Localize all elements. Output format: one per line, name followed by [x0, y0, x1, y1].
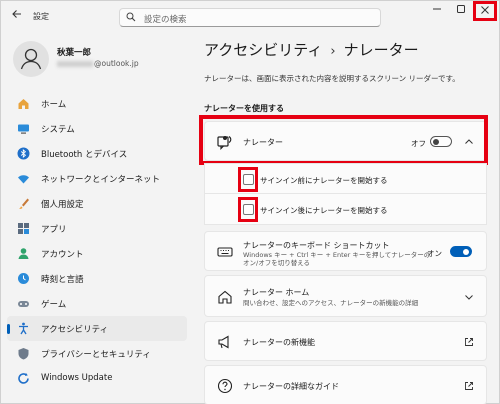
- option-row[interactable]: サインイン前にナレーターを開始する: [204, 163, 487, 194]
- profile-email-domain: @outlook.jp: [94, 59, 139, 68]
- checkbox-highlight: [238, 167, 258, 192]
- help-icon: [217, 378, 233, 394]
- minimize-icon: [433, 8, 441, 10]
- external-link-icon[interactable]: [464, 337, 474, 347]
- update-icon: [18, 373, 29, 384]
- narrator-guide-title: ナレーターの詳細なガイド: [243, 382, 339, 391]
- page-title: ナレーター: [343, 41, 419, 59]
- narrator-card-highlight: [199, 115, 488, 165]
- sidebar-item-label: ゲーム: [41, 300, 67, 310]
- narrator-guide-card[interactable]: ナレーターの詳細なガイド: [204, 365, 487, 404]
- search-icon: [126, 12, 136, 22]
- shield-icon: [18, 348, 29, 360]
- sidebar-item-home[interactable]: ホーム: [7, 91, 187, 116]
- minimize-button[interactable]: [425, 1, 449, 23]
- home-icon: [18, 99, 29, 109]
- sidebar-item-label: アプリ: [41, 225, 67, 235]
- breadcrumb-parent[interactable]: アクセシビリティ: [204, 41, 322, 59]
- account-icon: [18, 248, 29, 259]
- sidebar-item-system[interactable]: システム: [7, 116, 187, 141]
- arrow-left-icon: [12, 10, 21, 18]
- page-description: ナレーターは、画面に表示された内容を説明するスクリーン リーダーです。: [204, 74, 460, 83]
- sidebar-item-label: ネットワークとインターネット: [41, 175, 161, 185]
- narrator-whats-new-card[interactable]: ナレーターの新機能: [204, 321, 487, 361]
- title-bar: 設定 設定の検索: [1, 1, 499, 31]
- option-label: サインイン後にナレーターを開始する: [260, 206, 388, 215]
- sidebar-item-network[interactable]: ネットワークとインターネット: [7, 166, 187, 191]
- search-placeholder: 設定の検索: [144, 15, 187, 25]
- sidebar-item-label: 個人用設定: [41, 200, 84, 210]
- bluetooth-icon: [17, 147, 30, 160]
- keyboard-toggle-state: オン: [427, 249, 442, 258]
- sidebar-item-label: 時刻と言語: [41, 275, 84, 285]
- keyboard-shortcut-toggle[interactable]: [450, 246, 472, 257]
- sidebar-item-label: プライバシーとセキュリティ: [41, 350, 151, 360]
- app-title: 設定: [33, 12, 49, 21]
- search-input[interactable]: 設定の検索: [119, 8, 381, 27]
- person-icon: [20, 48, 42, 70]
- sidebar-item-label: システム: [41, 125, 75, 135]
- profile-name: 秋葉一郎: [57, 48, 92, 58]
- maximize-button[interactable]: [449, 1, 473, 23]
- sidebar-item-label: アクセシビリティ: [41, 325, 109, 335]
- breadcrumb: アクセシビリティ › ナレーター: [204, 39, 419, 60]
- profile-email: @outlook.jp: [57, 59, 139, 68]
- avatar[interactable]: [13, 41, 49, 77]
- sidebar-item-time-language[interactable]: 時刻と言語: [7, 266, 187, 291]
- sidebar-item-label: Windows Update: [41, 373, 113, 383]
- sidebar-item-apps[interactable]: アプリ: [7, 216, 187, 241]
- keyboard-shortcut-card[interactable]: ナレーターのキーボード ショートカット Windows キー + Ctrl キー…: [204, 231, 487, 271]
- wifi-icon: [18, 175, 29, 184]
- sidebar-item-label: ホーム: [41, 100, 67, 110]
- sidebar-item-accessibility[interactable]: アクセシビリティ: [7, 316, 187, 341]
- sidebar-item-label: Bluetooth とデバイス: [41, 150, 128, 160]
- home-icon: [218, 290, 232, 304]
- narrator-home-desc: 問い合わせ、設定へのアクセス、ナレーターの新機能の詳細: [243, 299, 419, 307]
- option-row[interactable]: サインイン後にナレーターを開始する: [204, 194, 487, 225]
- narrator-whats-new-title: ナレーターの新機能: [243, 338, 315, 347]
- chevron-down-icon[interactable]: [464, 292, 474, 302]
- brush-icon: [19, 198, 29, 209]
- narrator-home-card[interactable]: ナレーター ホーム 問い合わせ、設定へのアクセス、ナレーターの新機能の詳細: [204, 275, 487, 317]
- sidebar-item-accounts[interactable]: アカウント: [7, 241, 187, 266]
- sidebar-item-personalization[interactable]: 個人用設定: [7, 191, 187, 216]
- maximize-icon: [457, 5, 465, 13]
- globe-clock-icon: [18, 273, 29, 284]
- section-title: ナレーターを使用する: [204, 104, 284, 113]
- active-indicator: [7, 324, 10, 334]
- back-button[interactable]: [9, 8, 25, 24]
- keyboard-shortcut-desc-2: オン/オフを切り替える: [243, 259, 310, 267]
- sidebar-item-privacy[interactable]: プライバシーとセキュリティ: [7, 341, 187, 366]
- settings-window: 設定 設定の検索 秋葉一郎 @outlook.jp ホーム システム Bluet…: [0, 0, 500, 404]
- sidebar: ホーム システム Bluetooth とデバイス ネットワークとインターネット …: [7, 91, 187, 391]
- sidebar-item-windows-update[interactable]: Windows Update: [7, 366, 187, 391]
- close-button-highlight: [473, 1, 497, 21]
- sidebar-item-label: アカウント: [41, 250, 84, 260]
- breadcrumb-separator: ›: [330, 44, 336, 59]
- monitor-icon: [18, 124, 29, 134]
- checkbox-highlight: [238, 197, 258, 222]
- external-link-icon[interactable]: [464, 381, 474, 391]
- narrator-home-title: ナレーター ホーム: [243, 288, 310, 297]
- sidebar-item-gaming[interactable]: ゲーム: [7, 291, 187, 316]
- email-blur: [57, 61, 93, 67]
- sidebar-item-bluetooth[interactable]: Bluetooth とデバイス: [7, 141, 187, 166]
- megaphone-icon: [218, 335, 229, 349]
- toggle-knob: [463, 249, 469, 255]
- apps-icon: [18, 223, 29, 234]
- accessibility-icon: [19, 322, 28, 335]
- keyboard-shortcut-title: ナレーターのキーボード ショートカット: [243, 241, 390, 250]
- option-label: サインイン前にナレーターを開始する: [260, 176, 388, 185]
- keyboard-icon: [217, 247, 233, 257]
- gamepad-icon: [18, 301, 29, 307]
